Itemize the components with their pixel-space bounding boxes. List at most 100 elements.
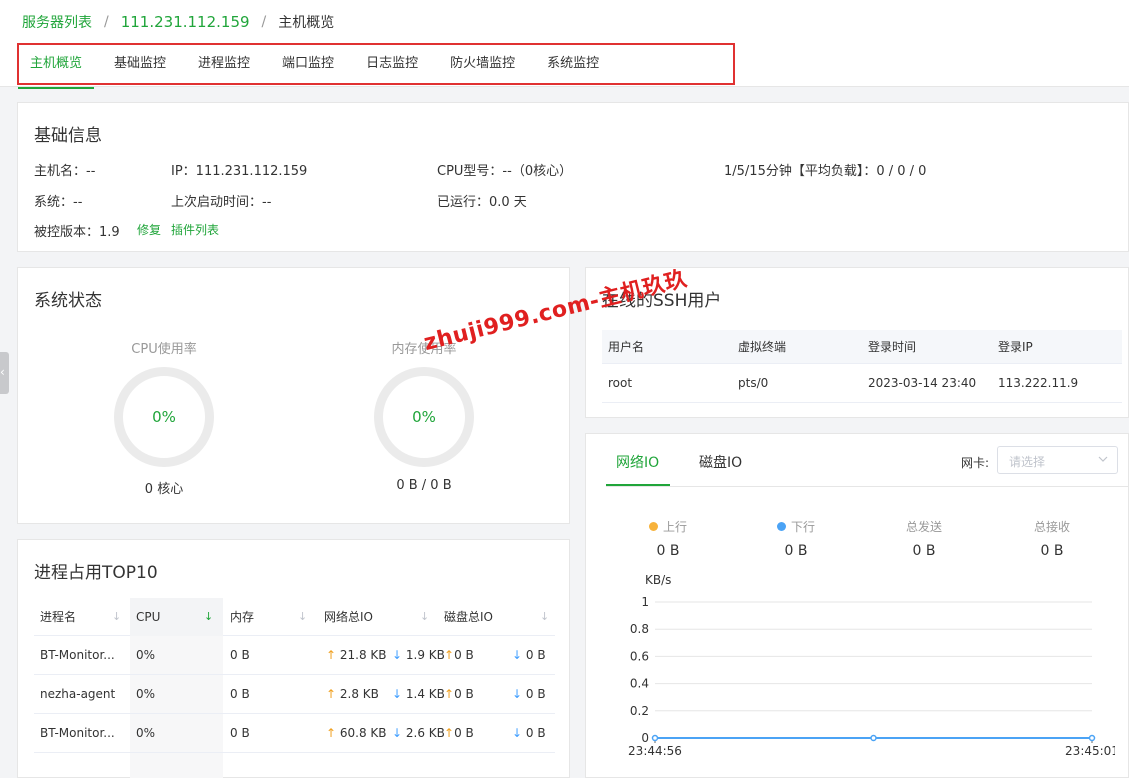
tab-firewall-monitor[interactable]: 防火墙监控: [438, 45, 527, 87]
data-point: [870, 734, 877, 742]
disk-down: 0 B: [525, 648, 546, 662]
x-tick-label: 23:45:01: [1065, 744, 1115, 758]
y-tick-label: 0: [641, 731, 649, 745]
collapse-sidebar-handle[interactable]: ‹: [0, 352, 9, 394]
y-tick-label: 1: [641, 595, 649, 609]
upload-label: 上行: [662, 520, 687, 534]
tab-disk-io[interactable]: 磁盘IO: [699, 452, 742, 472]
memory-amount: 0 B / 0 B: [396, 478, 452, 493]
ssh-user: root: [608, 376, 633, 390]
arrow-down-icon: ↓: [512, 648, 523, 662]
load-average: 1/5/15分钟【平均负载】：0 / 0 / 0: [724, 164, 927, 179]
total-received-label: 总接收: [1033, 520, 1070, 534]
column-header: 登录时间: [868, 340, 917, 354]
net-up: 2.8 KB: [339, 687, 379, 701]
cpu-usage-gauge: 0%: [114, 367, 214, 467]
process-memory: 0 B: [230, 648, 250, 662]
column-header-cpu[interactable]: CPU: [136, 598, 160, 636]
process-name: BT-Monitor...: [40, 648, 115, 662]
breadcrumb-current: 主机概览: [278, 15, 335, 31]
arrow-down-icon: ↓: [392, 726, 403, 740]
row-divider: [602, 402, 1122, 403]
download-label: 下行: [790, 520, 815, 534]
x-tick-label: 23:44:56: [628, 744, 682, 758]
table-row: BT-Monitor... 0% 0 B ↑ 60.8 KB ↓ 2.6 KB …: [34, 714, 555, 753]
boot-time: 上次启动时间：--: [171, 195, 272, 210]
upload-value: 0 B: [656, 543, 680, 559]
process-memory: 0 B: [230, 726, 250, 740]
net-down: 1.9 KB: [405, 648, 445, 662]
tab-basic-monitor[interactable]: 基础监控: [102, 45, 178, 87]
column-header-disk-io[interactable]: 磁盘总IO: [444, 598, 493, 636]
hostname: 主机名：--: [34, 164, 96, 179]
arrow-up-icon: ↑: [444, 648, 455, 662]
disk-up: 0 B: [454, 726, 474, 740]
column-header-memory[interactable]: 内存: [230, 598, 254, 636]
tab-process-monitor[interactable]: 进程监控: [186, 45, 262, 87]
sort-arrow-icon[interactable]: ↓: [112, 598, 121, 636]
table-row: nezha-agent 0% 0 B ↑ 2.8 KB ↓ 1.4 KB ↑0 …: [34, 675, 555, 714]
system-status-title: 系统状态: [34, 291, 102, 311]
breadcrumb-server-list[interactable]: 服务器列表: [22, 12, 92, 32]
disk-down: 0 B: [525, 726, 546, 740]
column-header: 登录IP: [998, 340, 1033, 354]
arrow-up-icon: ↑: [444, 687, 455, 701]
upload-dot-icon: [648, 522, 658, 531]
net-down: 2.6 KB: [405, 726, 445, 740]
ssh-tty: pts/0: [738, 376, 769, 390]
tab-overview[interactable]: 主机概览: [18, 45, 95, 89]
y-tick-label: 0.6: [630, 649, 649, 663]
tab-system-monitor[interactable]: 系统监控: [535, 45, 611, 87]
io-tab-indicator: [606, 484, 670, 486]
repair-link[interactable]: 修复: [137, 223, 161, 237]
sort-arrow-icon[interactable]: ↓: [204, 598, 213, 636]
process-memory: 0 B: [230, 687, 250, 701]
breadcrumb-separator: /: [104, 14, 109, 30]
arrow-down-icon: ↓: [512, 687, 523, 701]
y-tick-label: 0.4: [630, 677, 649, 691]
process-name: nezha-agent: [40, 687, 116, 701]
tab-port-monitor[interactable]: 端口监控: [270, 45, 346, 87]
io-tabs-divider: [606, 486, 1129, 487]
column-header-network-io[interactable]: 网络总IO: [324, 598, 373, 636]
total-received-value: 0 B: [1040, 543, 1064, 559]
chevron-down-icon: [1098, 456, 1108, 462]
chevron-left-icon: ‹: [0, 365, 5, 379]
system: 系统：--: [34, 195, 83, 210]
sort-arrow-icon[interactable]: ↓: [540, 598, 549, 636]
data-point: [1088, 734, 1096, 742]
basic-info-card: 基础信息 主机名：-- IP：111.231.112.159 CPU型号：--（…: [17, 102, 1129, 252]
ssh-table-header: 用户名 虚拟终端 登录时间 登录IP: [602, 330, 1122, 364]
table-row: BT-Monitor... 0% 0 B ↑ 21.8 KB ↓ 1.9 KB …: [34, 636, 555, 675]
uptime: 已运行：0.0 天: [437, 195, 527, 210]
nic-select[interactable]: 请选择: [997, 446, 1118, 474]
nic-select-placeholder: 请选择: [1009, 455, 1046, 469]
memory-usage-gauge: 0%: [374, 367, 474, 467]
column-header-process-name[interactable]: 进程名: [40, 598, 76, 636]
disk-up: 0 B: [454, 648, 474, 662]
breadcrumb-separator: /: [261, 14, 267, 30]
arrow-down-icon: ↓: [392, 648, 403, 662]
y-axis-unit: KB/s: [645, 573, 671, 587]
cpu-usage-label: CPU使用率: [131, 342, 197, 357]
arrow-down-icon: ↓: [392, 687, 403, 701]
download-dot-icon: [776, 522, 786, 531]
sort-arrow-icon[interactable]: ↓: [298, 598, 307, 636]
plugin-list-link[interactable]: 插件列表: [171, 223, 219, 237]
sort-arrow-icon[interactable]: ↓: [420, 598, 429, 636]
data-point: [651, 734, 659, 742]
download-stat: 下行 0 B: [746, 518, 846, 559]
basic-info-title: 基础信息: [34, 126, 102, 146]
net-up: 21.8 KB: [339, 648, 387, 662]
tab-network-io[interactable]: 网络IO: [616, 452, 659, 472]
arrow-up-icon: ↑: [326, 687, 337, 701]
breadcrumb-server-ip[interactable]: 111.231.112.159: [121, 13, 250, 31]
process-cpu: 0%: [136, 687, 156, 701]
tab-log-monitor[interactable]: 日志监控: [354, 45, 430, 87]
upload-stat: 上行 0 B: [618, 518, 718, 559]
process-name: BT-Monitor...: [40, 726, 115, 740]
network-io-chart: KB/s 0 0.2 0.4 0.6 0.8 1 23:44:56 23:45:01: [628, 573, 1115, 758]
cpu-cores: 0 核心: [144, 482, 184, 497]
memory-usage-value: 0%: [412, 408, 436, 426]
cpu-model: CPU型号：--（0核心）: [437, 164, 573, 179]
